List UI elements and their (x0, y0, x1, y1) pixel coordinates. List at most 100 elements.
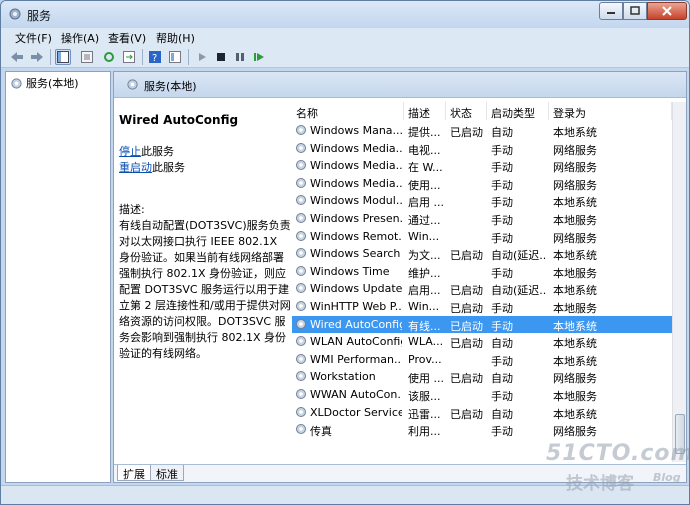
service-row[interactable]: Workstation 使用 ... 已启动 自动 网络服务 (292, 368, 672, 386)
tree-item-local-services[interactable]: 服务(本地) (10, 75, 79, 91)
service-row[interactable]: WLAN AutoConfig WLA... 已启动 自动 本地系统 (292, 333, 672, 351)
service-desc-cell: 使用 ... (408, 372, 444, 386)
properties-icon (81, 51, 93, 63)
start-service-button[interactable] (194, 49, 210, 65)
toolbar-separator (142, 49, 143, 65)
service-row[interactable]: Windows Media... 在 W... 手动 网络服务 (292, 157, 672, 175)
service-name-cell: WLAN AutoConfig (310, 335, 402, 349)
service-name-cell: Windows Media... (310, 159, 402, 173)
column-header-startup-type[interactable]: 启动类型 (487, 102, 549, 120)
forward-arrow-icon (31, 52, 43, 62)
service-row[interactable]: Windows Modul... 启用 ... 手动 本地系统 (292, 192, 672, 210)
close-button[interactable] (647, 2, 687, 20)
service-startup-cell: 自动 (491, 337, 513, 351)
service-row[interactable]: WWAN AutoCon... 该服... 手动 本地服务 (292, 386, 672, 404)
watermark-blog-cn: 技术博客 (566, 474, 634, 494)
description-label: 描述: (119, 203, 145, 216)
service-row[interactable]: Windows Mana... 提供... 已启动 自动 本地系统 (292, 122, 672, 140)
service-row[interactable]: Wired AutoConfig 有线... 已启动 手动 本地系统 (292, 315, 672, 334)
service-name-cell: Workstation (310, 370, 376, 384)
service-gear-icon (296, 177, 306, 188)
service-desc-cell: 为文... (408, 249, 441, 263)
service-gear-icon (296, 125, 306, 135)
service-startup-cell: 手动 (491, 319, 513, 333)
view-icon (169, 51, 181, 63)
pause-service-button[interactable] (232, 49, 248, 65)
service-desc-cell: 维护... (408, 266, 441, 280)
service-name-cell: Windows Media... (310, 141, 402, 155)
service-name-cell: WMI Performan... (310, 352, 402, 366)
back-arrow-icon (11, 52, 23, 62)
service-row[interactable]: Windows Media... 电视... 手动 网络服务 (292, 140, 672, 158)
export-list-button[interactable] (121, 49, 137, 65)
service-row[interactable]: XLDoctor Service 迅雷... 已启动 自动 本地系统 (292, 404, 672, 422)
menu-file[interactable]: 文件(F) (15, 30, 52, 46)
vertical-scrollbar[interactable] (672, 102, 686, 462)
service-name-cell: WWAN AutoCon... (310, 388, 402, 401)
service-startup-cell: 手动 (491, 231, 513, 245)
restart-service-icon (254, 53, 264, 61)
service-row[interactable]: Windows Time 维护... 手动 本地服务 (292, 263, 672, 281)
service-row[interactable]: Windows Media... 使用... 手动 网络服务 (292, 175, 672, 193)
service-logon-cell: 本地服务 (553, 302, 597, 315)
service-row[interactable]: Windows Search 为文... 已启动 自动(延迟... 本地系统 (292, 245, 672, 263)
menu-action[interactable]: 操作(A) (61, 30, 99, 46)
restart-service-link[interactable]: 重启动 (119, 161, 152, 174)
view-button[interactable] (167, 49, 183, 65)
svg-text:?: ? (152, 53, 157, 63)
column-header-logon-as[interactable]: 登录为 (549, 102, 672, 120)
service-row[interactable]: Windows Remot... Win... 手动 网络服务 (292, 228, 672, 246)
service-row[interactable]: WinHTTP Web P... Win... 已启动 手动 本地服务 (292, 298, 672, 316)
service-desc-cell: 有线... (408, 319, 441, 333)
maximize-button[interactable] (623, 2, 647, 20)
service-desc-cell: 该服... (408, 390, 441, 403)
forward-button[interactable] (29, 49, 45, 65)
service-logon-cell: 网络服务 (553, 178, 597, 192)
menu-help[interactable]: 帮助(H) (156, 30, 195, 46)
column-header-name[interactable]: ^ 名称 (292, 102, 404, 120)
service-gear-icon (296, 195, 306, 206)
tree-item-label: 服务(本地) (26, 77, 79, 90)
service-desc-cell: Win... (408, 300, 440, 313)
service-gear-icon (296, 160, 306, 171)
service-startup-cell: 手动 (491, 390, 513, 403)
service-logon-cell: 本地系统 (553, 319, 597, 333)
back-button[interactable] (9, 49, 25, 65)
service-gear-icon (296, 318, 306, 329)
service-name-cell: 传真 (310, 425, 332, 439)
column-header-description[interactable]: 描述 (404, 102, 446, 120)
tab-standard[interactable]: 标准 (150, 465, 184, 481)
menu-view[interactable]: 查看(V) (108, 30, 146, 46)
minimize-button[interactable] (599, 2, 623, 20)
service-desc-cell: 迅雷... (408, 407, 441, 421)
service-name-heading: Wired AutoConfig (119, 113, 239, 127)
show-hide-tree-icon (57, 51, 69, 63)
service-startup-cell: 手动 (491, 266, 513, 280)
service-details: Wired AutoConfig 停止此服务 重启动此服务 描述: 有线自动配置… (119, 112, 291, 362)
stop-service-button[interactable] (213, 49, 229, 65)
column-header-status[interactable]: 状态 (446, 102, 487, 120)
service-status-cell: 已启动 (450, 126, 483, 139)
service-startup-cell: 自动(延迟... (491, 249, 547, 263)
service-logon-cell: 网络服务 (553, 425, 597, 439)
show-hide-tree-button[interactable] (55, 49, 71, 65)
service-status-cell: 已启动 (450, 284, 483, 298)
service-row[interactable]: Windows Presen... 通过... 手动 本地服务 (292, 210, 672, 228)
restart-service-button[interactable] (251, 49, 267, 65)
service-logon-cell: 网络服务 (553, 161, 597, 175)
tab-extended[interactable]: 扩展 (117, 465, 151, 481)
properties-button[interactable] (79, 49, 95, 65)
service-row[interactable]: WMI Performan... Prov... 手动 本地系统 (292, 351, 672, 369)
help-button[interactable]: ? (147, 49, 163, 65)
stop-service-link[interactable]: 停止 (119, 145, 141, 158)
service-gear-icon (296, 336, 306, 347)
service-row[interactable]: 传真 利用... 手动 网络服务 (292, 421, 672, 439)
refresh-button[interactable] (101, 49, 117, 65)
service-logon-cell: 网络服务 (553, 231, 597, 245)
service-row[interactable]: Windows Update 启用... 已启动 自动(延迟... 本地系统 (292, 280, 672, 298)
service-status-cell: 已启动 (450, 302, 483, 315)
service-name-cell: Wired AutoConfig (310, 317, 402, 331)
service-gear-icon (296, 283, 306, 294)
service-startup-cell: 手动 (491, 214, 513, 227)
service-startup-cell: 手动 (491, 143, 513, 157)
